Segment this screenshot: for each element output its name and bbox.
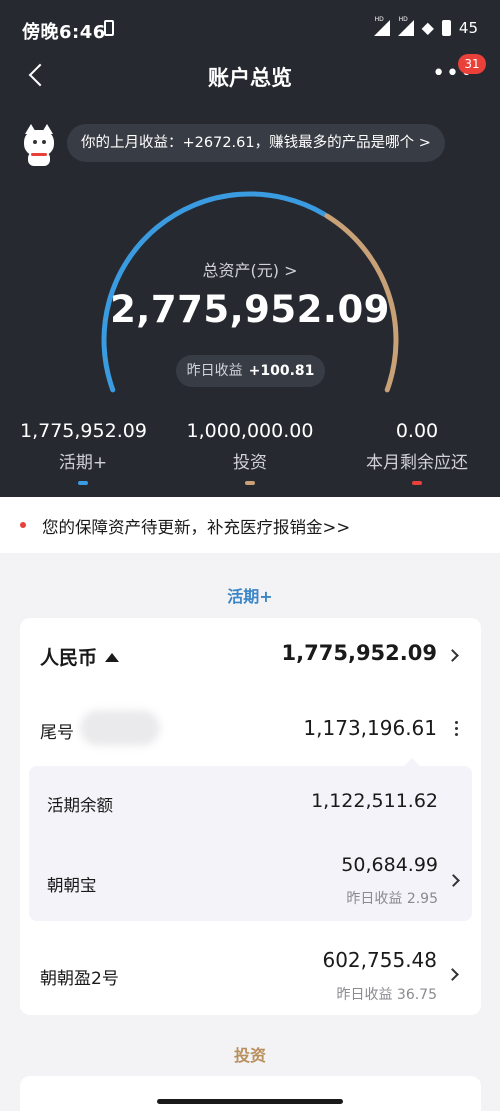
- yesterday-earnings-value: +100.81: [248, 363, 315, 379]
- huoqi-card: 人民币 1,775,952.09 尾号 1,173,196.61 活期余额 1,…: [20, 618, 481, 1015]
- zhaozhaobao-label: 朝朝宝: [47, 876, 97, 895]
- account-balance: 1,173,196.61: [303, 716, 437, 740]
- product-label: 朝朝盈2号: [40, 969, 119, 989]
- column-indicator: [245, 481, 255, 485]
- chevron-right-icon: [446, 968, 459, 981]
- column-invest[interactable]: 1,000,000.00 投资: [186, 420, 314, 485]
- product-value: 602,755.48: [322, 948, 437, 972]
- account-detail-box: 活期余额 1,122,511.62 朝朝宝 50,684.99 昨日收益 2.9…: [29, 758, 472, 921]
- column-value: 0.00: [395, 420, 439, 442]
- column-indicator: [412, 481, 422, 485]
- chevron-right-icon: [446, 649, 459, 662]
- section-title-invest: 投资: [233, 1046, 266, 1065]
- column-value: 1,775,952.09: [20, 420, 147, 442]
- total-assets-label[interactable]: 总资产(元) >: [0, 257, 500, 281]
- yesterday-earnings: 昨日收益 +100.81: [176, 355, 325, 387]
- home-indicator[interactable]: [157, 1099, 343, 1104]
- balance-label: 活期余额: [47, 796, 113, 815]
- column-indicator: [78, 481, 88, 485]
- kebab-menu-icon[interactable]: [455, 721, 459, 739]
- asset-breakdown: 1,775,952.09 活期+ 1,000,000.00 投资 0.00 本月…: [0, 420, 500, 490]
- column-label: 投资: [233, 453, 267, 473]
- column-label: 本月剩余应还: [366, 453, 468, 473]
- header-panel: 傍晚6:46 HD HD ◆ 45 账户总览 ••• 31 你的上月收益：+26…: [0, 0, 500, 497]
- asset-gauge: [101, 191, 399, 393]
- account-number-mask: [80, 710, 160, 746]
- zhaozhaobao-yesterday: 昨日收益 2.95: [346, 891, 438, 907]
- chevron-right-icon: [447, 874, 460, 887]
- invest-card: [20, 1076, 481, 1111]
- notice-text: 您的保障资产待更新，补充医疗报销金>>: [42, 518, 351, 537]
- column-label: 活期+: [58, 453, 108, 473]
- zhaozhaobao-row[interactable]: 朝朝宝 50,684.99 昨日收益 2.95: [29, 846, 472, 916]
- zhaozhaobao-value: 50,684.99: [341, 854, 438, 876]
- insurance-notice[interactable]: 您的保障资产待更新，补充医疗报销金>>: [0, 497, 500, 553]
- yesterday-earnings-label: 昨日收益: [186, 363, 243, 379]
- column-repay[interactable]: 0.00 本月剩余应还: [360, 420, 474, 485]
- total-assets-value: 2,775,952.09: [110, 288, 390, 331]
- currency-row[interactable]: 人民币 1,775,952.09: [20, 618, 481, 693]
- balance-value: 1,122,511.62: [311, 790, 438, 812]
- notch: [404, 758, 420, 766]
- currency-total: 1,775,952.09: [281, 641, 437, 665]
- section-title-huoqi: 活期+: [227, 587, 273, 606]
- currency-label: 人民币: [40, 643, 120, 670]
- account-label: 尾号: [40, 723, 74, 743]
- product-row[interactable]: 朝朝盈2号 602,755.48 昨日收益 36.75: [20, 938, 481, 1008]
- product-yesterday: 昨日收益 36.75: [336, 987, 437, 1003]
- collapse-triangle-icon: [105, 653, 120, 662]
- notice-dot-icon: [20, 522, 26, 528]
- column-huoqi[interactable]: 1,775,952.09 活期+: [20, 420, 147, 485]
- column-value: 1,000,000.00: [186, 420, 314, 442]
